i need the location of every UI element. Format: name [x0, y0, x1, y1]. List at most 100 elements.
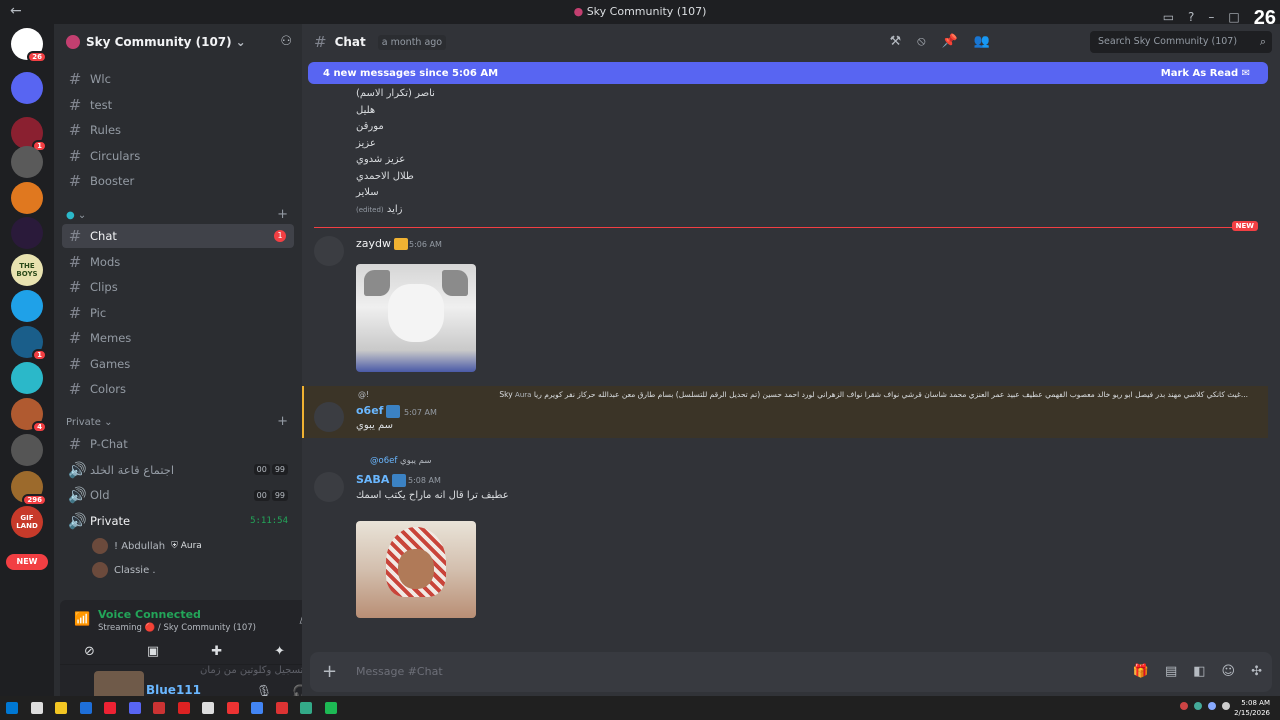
channel-rules[interactable]: # Rules — [62, 118, 294, 142]
avatar[interactable] — [314, 236, 344, 266]
channel-private-1[interactable]: 🔊 اجتماع قاعة الخلد 00 99 — [62, 458, 294, 482]
taskbar-app-icon[interactable] — [79, 702, 92, 714]
taskbar-app-icon[interactable] — [226, 702, 239, 714]
pin-icon[interactable]: 📌 — [942, 34, 958, 49]
voice-user[interactable]: ! Abdullah ⛨ Aura — [92, 536, 202, 556]
server-icon[interactable]: THE BOYS — [11, 254, 43, 286]
server-icon[interactable] — [11, 146, 43, 178]
channel-clips[interactable]: # Clips — [62, 275, 294, 299]
activities-icon[interactable]: ✚ — [211, 644, 222, 659]
inbox-icon[interactable]: ▭ — [1163, 10, 1174, 24]
sticker-icon[interactable]: ◧ — [1193, 664, 1205, 679]
cat-gif-image[interactable] — [356, 264, 476, 372]
message-composer[interactable]: + Message #Chat 🎁 ▤ ◧ ☺ ✣ — [310, 652, 1272, 692]
search-icon[interactable] — [30, 702, 43, 714]
channel-topic[interactable]: a month ago — [377, 34, 447, 50]
line-text: طلال الاحمدي — [356, 170, 414, 182]
server-icon[interactable]: 26 — [11, 28, 47, 63]
voice-live-icon: 🔊 — [68, 511, 87, 530]
add-channel-icon[interactable]: + — [277, 207, 288, 222]
taskbar-app-icon[interactable] — [300, 702, 312, 714]
avatar[interactable] — [314, 402, 344, 432]
mute-icon[interactable]: ⦸ — [917, 34, 925, 49]
taskbar-app-icon[interactable] — [104, 702, 116, 714]
invite-people-icon[interactable]: ⚇ — [280, 34, 292, 49]
member-list-icon[interactable]: 👥 — [974, 34, 990, 49]
server-icon[interactable]: 1 — [11, 326, 47, 361]
message-author[interactable]: o6ef — [356, 404, 401, 418]
new-messages-bar[interactable]: 4 new messages since 5:06 AM Mark As Rea… — [308, 62, 1268, 84]
reply-tag: Aura — [515, 391, 532, 399]
taskbar-app-icon[interactable] — [55, 702, 67, 714]
category-collapsed[interactable]: ● ⌄ — [66, 210, 86, 221]
speaker-icon: 🔊 — [68, 460, 87, 479]
server-icon[interactable]: GIF LAND — [11, 506, 43, 538]
minimize-icon[interactable]: – — [1208, 10, 1214, 24]
server-icon[interactable]: 296 — [11, 471, 47, 506]
count-current: 00 — [253, 464, 270, 475]
reply-preview[interactable]: @! — [358, 390, 369, 399]
channel-colors[interactable]: # Colors — [62, 377, 294, 401]
taskbar-app-icon[interactable] — [177, 702, 190, 714]
taskbar-app-icon[interactable] — [324, 702, 337, 714]
taskbar-clock[interactable]: 5:08 AM 2/15/2026 — [1234, 698, 1270, 718]
threads-icon[interactable]: ⚒ — [889, 34, 901, 49]
taskbar-app-icon[interactable] — [251, 702, 263, 714]
channel-memes[interactable]: # Memes — [62, 326, 294, 350]
taskbar-app-icon[interactable] — [275, 702, 288, 714]
add-channel-icon[interactable]: + — [277, 414, 288, 429]
server-icon[interactable]: 4 — [11, 398, 47, 433]
taskbar-app-icon[interactable] — [128, 702, 141, 714]
soundboard-icon[interactable]: ✦ — [274, 644, 285, 659]
message-line: هليل — [356, 105, 375, 116]
message-author[interactable]: zaydw — [356, 237, 409, 250]
windows-start-icon[interactable] — [6, 702, 18, 714]
new-pill[interactable]: NEW — [6, 554, 48, 570]
channel-pic[interactable]: # Pic — [62, 301, 294, 325]
channel-circulars[interactable]: # Circulars — [62, 144, 294, 168]
avatar[interactable] — [314, 472, 344, 502]
emoji-icon[interactable]: ☺ — [1222, 664, 1236, 679]
gif-icon[interactable]: ▤ — [1165, 664, 1177, 679]
search-input[interactable]: Search Sky Community (107) ⌕ — [1090, 31, 1272, 53]
taskbar-app-icon[interactable] — [202, 702, 214, 714]
channel-games[interactable]: # Games — [62, 352, 294, 376]
taskbar-app-icon[interactable] — [153, 702, 165, 714]
channel-wlc[interactable]: # Wlc — [62, 67, 294, 91]
maximize-icon[interactable]: □ — [1228, 10, 1239, 24]
channel-chat[interactable]: # Chat 1 — [62, 224, 294, 248]
apps-icon[interactable]: ✣ — [1251, 664, 1262, 679]
tray-icon[interactable] — [1222, 702, 1230, 710]
tray-icon[interactable] — [1208, 702, 1216, 710]
camera-off-icon[interactable]: ⊘ — [84, 644, 95, 659]
role-badge-icon — [386, 404, 401, 418]
server-icon[interactable] — [11, 182, 43, 214]
reply-preview[interactable]: @o6ef سم يبوي — [370, 456, 432, 466]
server-icon[interactable] — [11, 434, 43, 466]
server-icon[interactable] — [11, 362, 43, 394]
mark-as-read-button[interactable]: Mark As Read ✉ — [1161, 68, 1250, 79]
channel-mods[interactable]: # Mods — [62, 250, 294, 274]
server-icon[interactable] — [11, 290, 43, 322]
channel-private-0[interactable]: # P-Chat — [62, 432, 294, 456]
tray-icon[interactable] — [1194, 702, 1202, 710]
man-gif-image[interactable] — [356, 521, 476, 618]
signal-icon[interactable]: 📶 — [74, 612, 90, 627]
channel-private-3[interactable]: 🔊 Private 5:11:54 — [62, 509, 294, 533]
server-icon[interactable] — [11, 217, 43, 249]
channel-private-2[interactable]: 🔊 Old 00 99 — [62, 483, 294, 507]
channel-booster[interactable]: # Booster — [62, 169, 294, 193]
help-icon[interactable]: ? — [1188, 10, 1194, 24]
server-icon[interactable] — [11, 72, 43, 104]
guild-header[interactable]: Sky Community (107) ⌄ ⚇ — [54, 24, 302, 60]
message-author[interactable]: SABA — [356, 473, 407, 487]
server-icon[interactable]: 1 — [11, 117, 47, 152]
channel-test[interactable]: # test — [62, 93, 294, 117]
attach-plus-icon[interactable]: + — [322, 661, 337, 682]
category-private[interactable]: Private ⌄ — [66, 417, 112, 428]
gift-icon[interactable]: 🎁 — [1133, 664, 1149, 679]
voice-user[interactable]: Classie . — [92, 560, 156, 580]
username[interactable]: Blue111 — [146, 683, 201, 697]
screen-share-icon[interactable]: ▣ — [147, 644, 159, 659]
tray-icon[interactable] — [1180, 702, 1188, 710]
